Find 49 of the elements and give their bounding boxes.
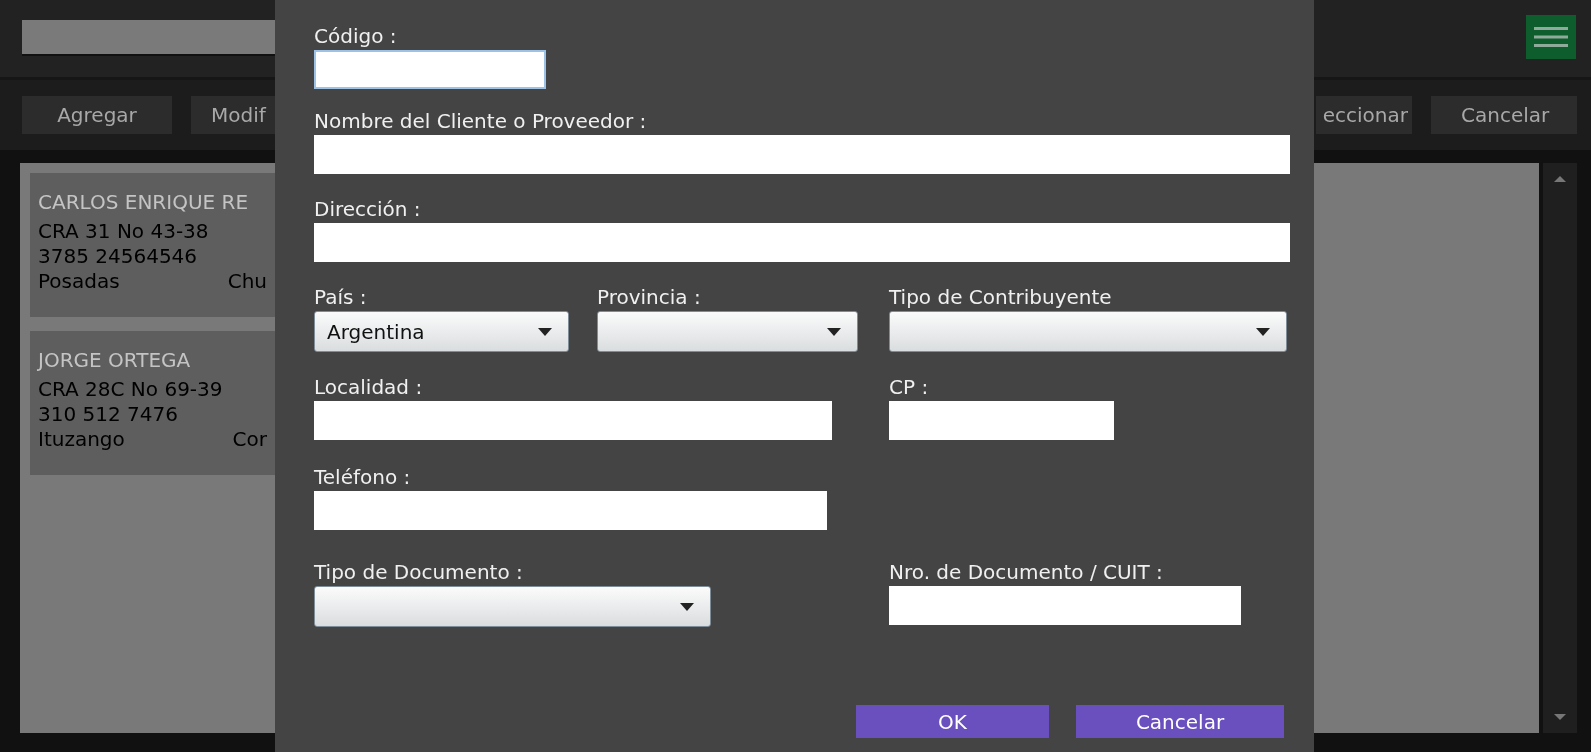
dialog-button[interactable]: Cancelar xyxy=(1076,705,1284,738)
menu-button[interactable] xyxy=(1526,14,1576,59)
client-name: JORGE ORTEGA xyxy=(38,347,192,373)
client-card[interactable]: JORGE ORTEGA CRA 28C No 69-39 310 512 7476 Ituzango Cor xyxy=(30,331,275,475)
field-label: CP : xyxy=(889,375,929,399)
client-phone: 310 512 7476 xyxy=(38,402,179,427)
toolbar-button[interactable]: eccionar xyxy=(1316,96,1412,134)
field-label: Tipo de Documento : xyxy=(314,560,523,584)
input-field[interactable] xyxy=(889,586,1241,625)
scroll-up-icon[interactable] xyxy=(1553,175,1567,183)
input-field[interactable] xyxy=(314,401,832,440)
input-field[interactable] xyxy=(314,491,827,530)
client-address: CRA 31 No 43-38 xyxy=(38,219,210,244)
client-city: Posadas xyxy=(38,269,121,294)
dropdown[interactable]: Argentina xyxy=(314,311,569,352)
caret-icon xyxy=(1256,327,1270,336)
dropdown[interactable] xyxy=(314,586,711,627)
client-field: Cor xyxy=(232,427,267,452)
menu-icon xyxy=(1534,25,1568,48)
field-label: Nombre del Cliente o Proveedor : xyxy=(314,109,647,133)
client-city: Ituzango xyxy=(38,427,126,452)
scroll-down-icon[interactable] xyxy=(1553,713,1567,721)
input-field[interactable] xyxy=(314,223,1290,262)
field-label: Dirección : xyxy=(314,197,421,221)
caret-icon xyxy=(538,327,552,336)
caret-icon xyxy=(680,602,694,611)
input-field[interactable] xyxy=(889,401,1114,440)
toolbar-button[interactable]: Modif xyxy=(191,96,277,134)
field-label: Teléfono : xyxy=(314,465,411,489)
field-label: Tipo de Contribuyente xyxy=(889,285,1112,309)
client-field: Chu xyxy=(227,269,267,294)
client-card[interactable]: CARLOS ENRIQUE RE CRA 31 No 43-38 3785 24564546 Posadas Chu xyxy=(30,173,275,317)
field-label: Nro. de Documento / CUIT : xyxy=(889,560,1163,584)
field-label: Provincia : xyxy=(597,285,701,309)
field-label: Localidad : xyxy=(314,375,423,399)
client-name: CARLOS ENRIQUE RE xyxy=(38,189,250,215)
scrollbar[interactable] xyxy=(1543,163,1577,733)
input-field[interactable] xyxy=(314,50,546,89)
toolbar-button[interactable]: Agregar xyxy=(22,96,172,134)
dropdown[interactable] xyxy=(889,311,1287,352)
dialog-button[interactable]: OK xyxy=(856,705,1049,738)
client-phone: 3785 24564546 xyxy=(38,244,199,269)
client-address: CRA 28C No 69-39 xyxy=(38,377,224,402)
caret-icon xyxy=(827,327,841,336)
toolbar-button[interactable]: Cancelar xyxy=(1431,96,1577,134)
input-field[interactable] xyxy=(314,135,1290,174)
dropdown[interactable] xyxy=(597,311,858,352)
field-label: País : xyxy=(314,285,367,309)
field-label: Código : xyxy=(314,24,397,48)
